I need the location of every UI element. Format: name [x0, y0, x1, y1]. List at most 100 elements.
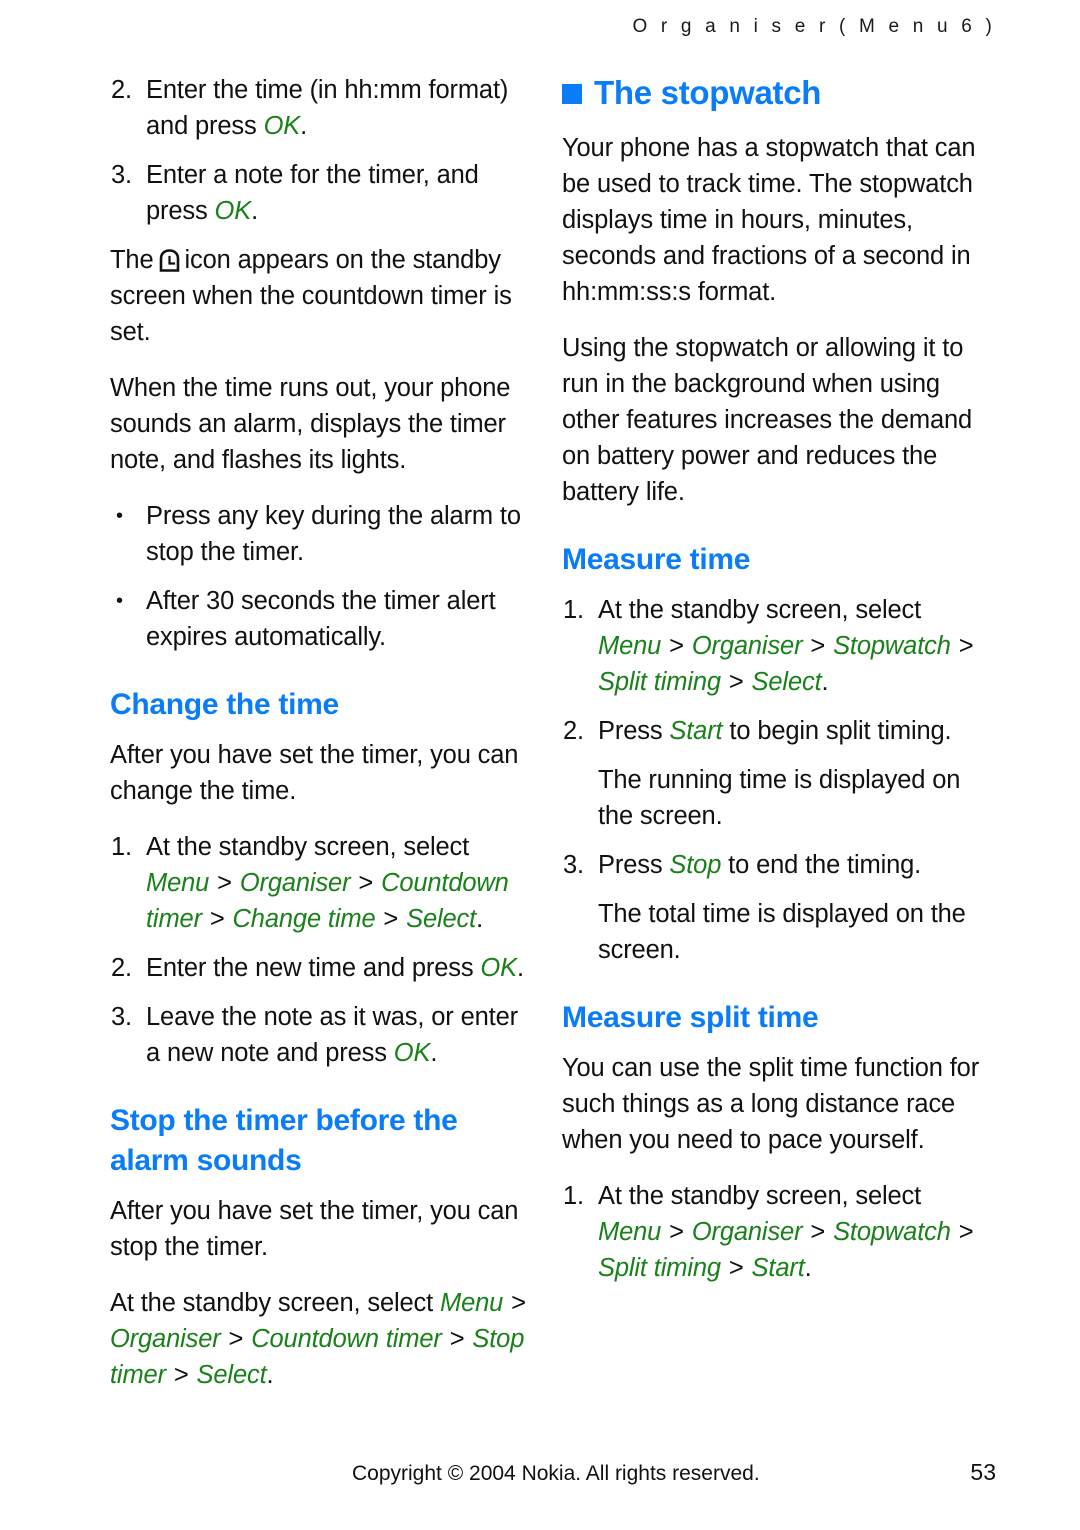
menu-path-separator: > — [803, 1218, 833, 1246]
measure-split-time-intro: You can use the split time function for … — [562, 1054, 980, 1154]
countdown-icon-paragraph: The icon appears on the standby screen wh… — [110, 242, 528, 350]
section-heading-stop-the-timer: Stop the timer before the alarm sounds — [110, 1104, 458, 1177]
menu-path-separator: > — [951, 1218, 974, 1246]
text-run: Enter the time (in hh:mm format) and pre… — [146, 76, 509, 140]
list-item-text: Press Stop to end the timing. — [598, 851, 921, 879]
section-heading-change-the-time: Change the time — [110, 688, 339, 721]
ui-term: OK — [263, 112, 301, 140]
ui-term: Stop — [669, 851, 722, 879]
list-marker: 1. — [563, 596, 584, 624]
text-run: . — [430, 1039, 438, 1067]
menu-path-separator: > — [662, 632, 691, 660]
list-item: 2. Press Start to begin split timing. — [562, 713, 980, 749]
menu-path-separator: > — [662, 1218, 691, 1246]
text-run: . — [300, 112, 308, 140]
text-run: . — [251, 197, 259, 225]
menu-path-separator: > — [803, 632, 833, 660]
list-item: • Press any key during the alarm to stop… — [110, 498, 528, 570]
menu-path-term: Countdown timer — [251, 1325, 442, 1353]
alarm-paragraph: When the time runs out, your phone sound… — [110, 374, 511, 474]
text-run: to begin split timing. — [722, 717, 952, 745]
list-item-text: Press any key during the alarm to stop t… — [146, 502, 521, 566]
menu-path: Menu > Organiser > Stopwatch > Split tim… — [598, 1218, 974, 1282]
page-number: 53 — [970, 1459, 996, 1485]
menu-path-separator: > — [951, 632, 974, 660]
menu-path-term: Organiser — [110, 1325, 221, 1353]
list-item-text: Enter a note for the timer, and press OK… — [146, 161, 479, 225]
right-column: The stopwatch Your phone has a stopwatch… — [562, 72, 980, 1299]
list-item-text: At the standby screen, select Menu > Org… — [598, 596, 974, 696]
ui-term: OK — [393, 1039, 431, 1067]
text-run: At the standby screen, select — [598, 1182, 922, 1210]
text-run: . — [821, 668, 829, 696]
text-run: Press — [598, 851, 670, 879]
menu-path-term: Select — [406, 905, 477, 933]
text-run: At the standby screen, select — [146, 833, 470, 861]
menu-path-separator: > — [721, 1254, 751, 1282]
list-item: 3. Leave the note as it was, or enter a … — [110, 999, 528, 1071]
menu-path-separator: > — [504, 1289, 526, 1317]
text-run: . — [476, 905, 484, 933]
text-run: . — [804, 1254, 812, 1282]
list-item: 2. Enter the new time and press OK. — [110, 950, 528, 986]
list-marker: 2. — [111, 76, 132, 104]
list-item: 1. At the standby screen, select Menu > … — [110, 829, 528, 937]
list-marker: 3. — [111, 1003, 132, 1031]
menu-path-term: Split timing — [598, 1254, 721, 1282]
stop-timer-path-paragraph: At the standby screen, select Menu > Org… — [110, 1285, 528, 1393]
list-marker: 2. — [111, 954, 132, 982]
menu-path-separator: > — [721, 668, 751, 696]
list-item-text: The total time is displayed on the scree… — [598, 900, 966, 964]
stopwatch-intro-paragraph-2: Using the stopwatch or allowing it to ru… — [562, 334, 973, 506]
menu-path-term: Organiser — [239, 869, 351, 897]
text-run: At the standby screen, select — [110, 1289, 441, 1317]
list-item: 2. Enter the time (in hh:mm format) and … — [110, 72, 528, 144]
menu-path-term: Stopwatch — [833, 1218, 951, 1246]
menu-path-term: Change time — [232, 905, 376, 933]
section-heading-measure-time: Measure time — [562, 543, 751, 576]
list-item: • After 30 seconds the timer alert expir… — [110, 583, 528, 655]
ui-term: Start — [669, 717, 723, 745]
menu-path-term: Select — [751, 668, 822, 696]
menu-path-term: Split timing — [598, 668, 721, 696]
menu-path: Menu > Organiser > Countdown timer > Cha… — [146, 869, 509, 933]
list-item: 1. At the standby screen, select Menu > … — [562, 1178, 980, 1286]
menu-path-term: Start — [751, 1254, 805, 1282]
running-header: O r g a n i s e r ( M e n u 6 ) — [632, 16, 996, 37]
ui-term: OK — [480, 954, 517, 982]
menu-path-separator: > — [210, 869, 239, 897]
list-item-text: Leave the note as it was, or enter a new… — [146, 1003, 518, 1067]
list-marker: 3. — [111, 161, 132, 189]
list-item-note: The running time is displayed on the scr… — [562, 762, 980, 834]
chapter-heading-text: The stopwatch — [594, 74, 822, 111]
left-column: 2. Enter the time (in hh:mm format) and … — [110, 72, 528, 1413]
menu-path-term: Select — [196, 1361, 267, 1389]
text-run: to end the timing. — [721, 851, 922, 879]
change-time-intro: After you have set the timer, you can ch… — [110, 741, 519, 805]
text-run: Enter the new time and press — [146, 954, 481, 982]
list-item-text: Enter the time (in hh:mm format) and pre… — [146, 76, 508, 140]
bullet-icon: • — [116, 590, 123, 612]
menu-path-term: Menu — [440, 1289, 504, 1317]
menu-path-term: Menu — [598, 1218, 662, 1246]
list-item: 3. Enter a note for the timer, and press… — [110, 157, 528, 229]
list-item: 3. Press Stop to end the timing. — [562, 847, 980, 883]
menu-path-term: Organiser — [691, 632, 803, 660]
text-run: Enter a note for the timer, and press — [146, 161, 479, 225]
ui-term: OK — [214, 197, 252, 225]
list-item-text: Enter the new time and press OK. — [146, 954, 524, 982]
menu-path-separator: > — [351, 869, 381, 897]
menu-path-separator: > — [442, 1325, 472, 1353]
text-run: Press — [598, 717, 670, 745]
list-marker: 1. — [563, 1182, 584, 1210]
list-item: 1. At the standby screen, select Menu > … — [562, 592, 980, 700]
text-run: . — [266, 1361, 274, 1389]
menu-path-separator: > — [376, 905, 406, 933]
page-footer: Copyright © 2004 Nokia. All rights reser… — [352, 1459, 996, 1486]
text-run: At the standby screen, select — [598, 596, 922, 624]
section-heading-measure-split-time: Measure split time — [562, 1001, 819, 1034]
list-item-text: After 30 seconds the timer alert expires… — [146, 587, 496, 651]
list-item-text: Press Start to begin split timing. — [598, 717, 952, 745]
list-marker: 2. — [563, 717, 584, 745]
list-marker: 3. — [563, 851, 584, 879]
